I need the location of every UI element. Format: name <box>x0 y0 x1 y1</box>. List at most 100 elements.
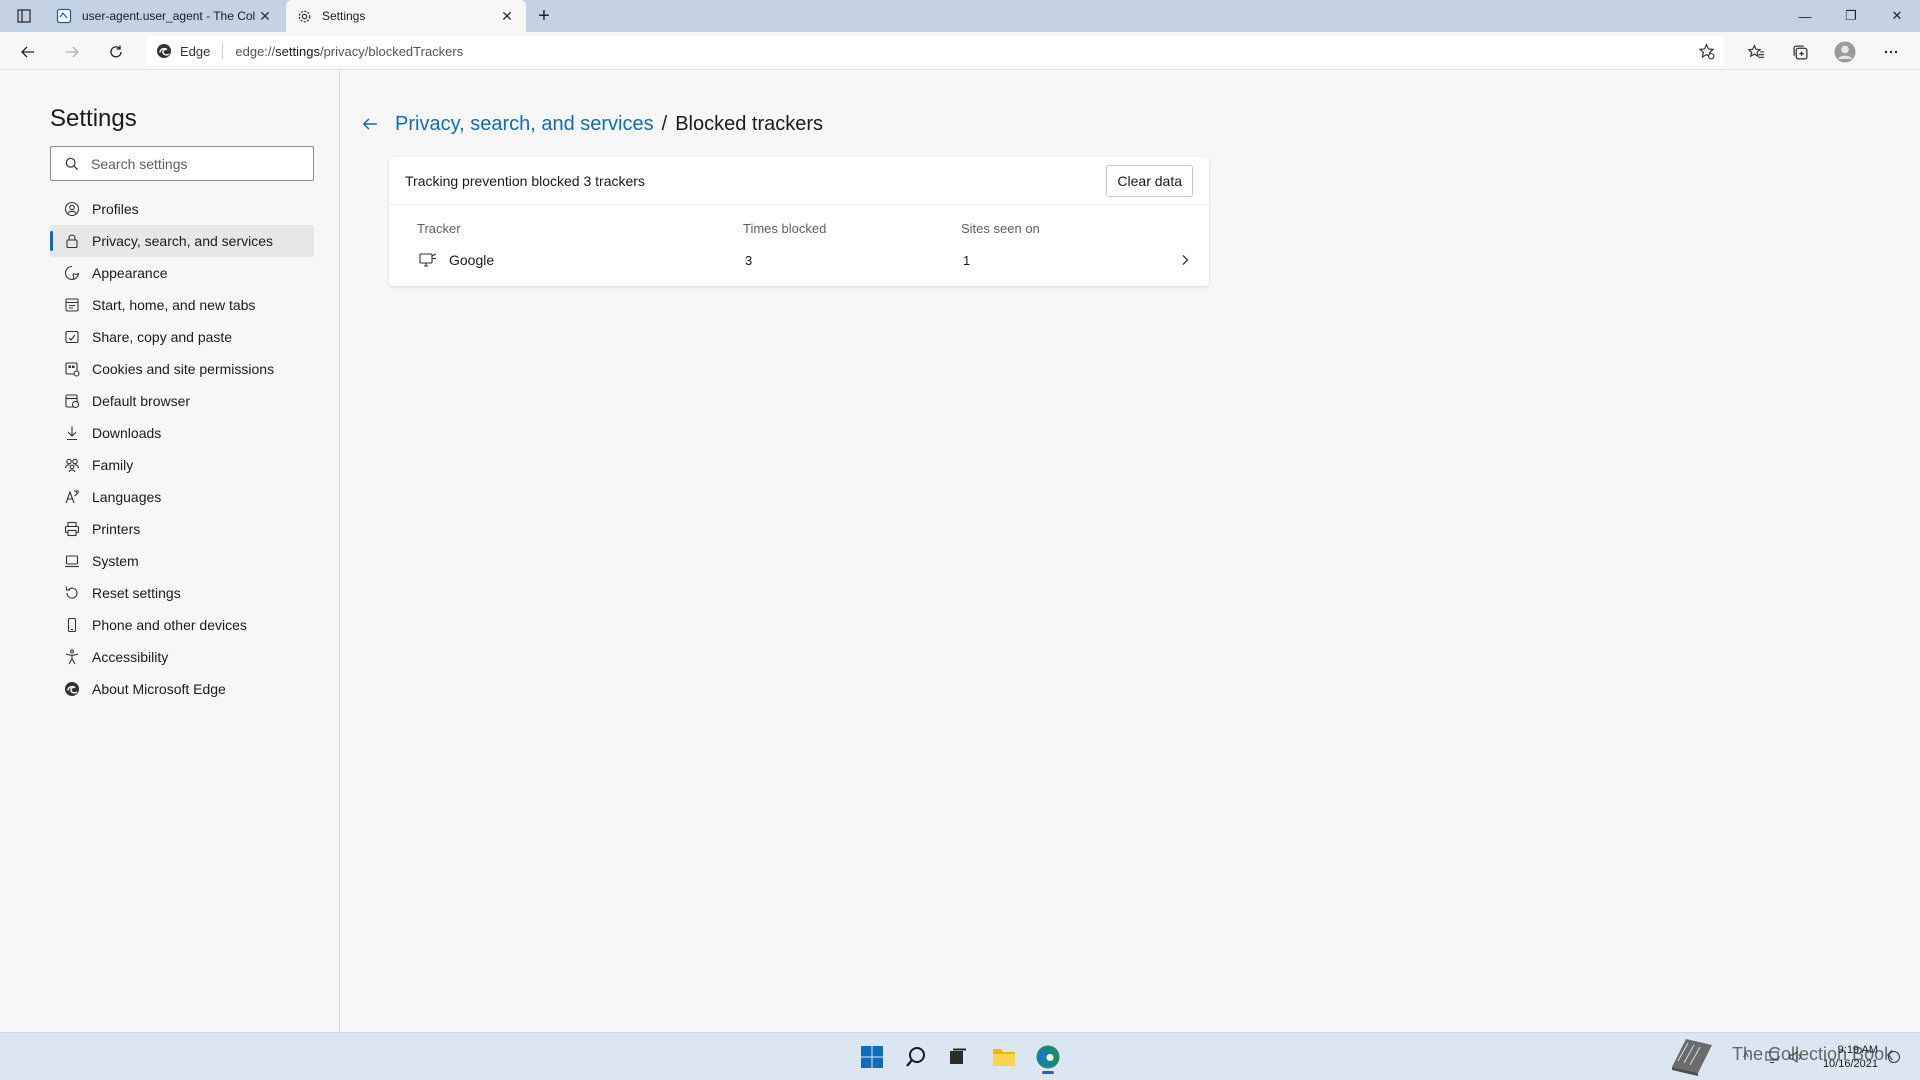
card-title: Tracking prevention blocked 3 trackers <box>405 172 645 189</box>
volume-icon[interactable] <box>1788 1049 1804 1065</box>
sidebar-item-appearance[interactable]: Appearance <box>50 257 314 289</box>
settings-more-button[interactable] <box>1876 37 1906 67</box>
tab-user-agent[interactable]: user-agent.user_agent - The Coll ✕ <box>46 0 284 32</box>
file-explorer-button[interactable] <box>986 1039 1022 1075</box>
tab-actions-icon <box>17 9 31 23</box>
add-favorite-icon[interactable] <box>1696 41 1716 61</box>
sidebar-item-label: Default browser <box>92 393 191 409</box>
column-header-sites-seen-on: Sites seen on <box>961 221 1040 236</box>
breadcrumb: Privacy, search, and services / Blocked … <box>357 111 823 137</box>
phone-icon <box>64 617 80 633</box>
url-host: settings <box>275 43 320 59</box>
folder-icon <box>993 1049 1015 1066</box>
back-arrow-icon[interactable] <box>357 111 383 137</box>
close-tab-icon[interactable]: ✕ <box>498 7 516 25</box>
appearance-icon <box>64 265 80 281</box>
edge-taskbar-button[interactable] <box>1030 1039 1066 1075</box>
sidebar-item-start-home-tabs[interactable]: Start, home, and new tabs <box>50 289 314 321</box>
back-button[interactable] <box>14 38 42 66</box>
search-box[interactable] <box>50 146 314 181</box>
address-bar[interactable]: Edge edge://settings/privacy/blockedTrac… <box>146 36 1724 66</box>
clear-data-button[interactable]: Clear data <box>1106 165 1193 197</box>
url-text: edge://settings/privacy/blockedTrackers <box>235 44 463 59</box>
printer-icon <box>64 521 80 537</box>
sidebar-item-printers[interactable]: Printers <box>50 513 314 545</box>
sidebar-item-share-copy-paste[interactable]: Share, copy and paste <box>50 321 314 353</box>
breadcrumb-parent-link[interactable]: Privacy, search, and services <box>395 113 654 136</box>
settings-nav: Profiles Privacy, search, and services A… <box>50 193 314 705</box>
tab-actions-button[interactable] <box>10 6 38 26</box>
network-icon[interactable] <box>1764 1049 1780 1065</box>
download-icon <box>64 425 80 441</box>
show-hidden-icons[interactable]: ^ <box>1738 1049 1754 1065</box>
sidebar-item-label: Accessibility <box>92 649 169 665</box>
sidebar-item-cookies[interactable]: Cookies and site permissions <box>50 353 314 385</box>
watermark-book-icon <box>1672 1039 1712 1076</box>
sidebar-item-languages[interactable]: Languages <box>50 481 314 513</box>
sidebar-item-privacy[interactable]: Privacy, search, and services <box>50 225 314 257</box>
sidebar-item-profiles[interactable]: Profiles <box>50 193 314 225</box>
title-bar: user-agent.user_agent - The Coll ✕ Setti… <box>0 0 1920 32</box>
url-scheme: edge:// <box>235 43 276 59</box>
close-tab-icon[interactable]: ✕ <box>256 7 274 25</box>
search-taskbar-button[interactable] <box>898 1039 934 1075</box>
start-button[interactable] <box>854 1039 890 1075</box>
avatar-icon <box>1834 41 1856 63</box>
sidebar-item-label: Share, copy and paste <box>92 329 233 345</box>
tracker-name: Google <box>449 252 495 268</box>
profile-icon <box>64 201 80 217</box>
chevron-right-icon[interactable] <box>1177 252 1193 268</box>
home-tabs-icon <box>64 297 80 313</box>
forward-arrow-icon <box>66 46 79 58</box>
sidebar-item-default-browser[interactable]: Default browser <box>50 385 314 417</box>
task-view-button[interactable] <box>940 1039 976 1075</box>
minimize-button[interactable]: — <box>1782 0 1828 32</box>
table-row[interactable]: Google 3 1 <box>389 241 1209 281</box>
site-badge-label: Edge <box>180 43 211 59</box>
sidebar-item-reset[interactable]: Reset settings <box>50 577 314 609</box>
sidebar-item-label: Downloads <box>92 425 162 441</box>
settings-title: Settings <box>50 105 137 132</box>
settings-sidebar: Settings Profiles Privacy, search, and s… <box>0 71 340 1032</box>
search-icon <box>906 1047 925 1067</box>
collections-button[interactable] <box>1785 37 1815 67</box>
sidebar-item-label: Privacy, search, and services <box>92 233 274 249</box>
breadcrumb-separator: / <box>661 112 668 135</box>
notifications-icon[interactable] <box>1886 1049 1902 1065</box>
site-identity-badge[interactable]: Edge <box>156 43 210 59</box>
refresh-icon <box>110 45 122 58</box>
sidebar-item-accessibility[interactable]: Accessibility <box>50 641 314 673</box>
clock-date: 10/16/2021 <box>1822 1058 1878 1070</box>
close-window-button[interactable]: ✕ <box>1874 0 1920 32</box>
sidebar-item-family[interactable]: Family <box>50 449 314 481</box>
page-title: Blocked trackers <box>675 112 824 135</box>
collections-icon <box>1792 44 1808 60</box>
favorites-button[interactable] <box>1741 37 1771 67</box>
blocked-trackers-card: Tracking prevention blocked 3 trackers C… <box>389 157 1209 286</box>
languages-icon <box>64 489 80 505</box>
back-arrow-icon <box>21 46 34 58</box>
tab-settings[interactable]: Settings ✕ <box>286 0 526 32</box>
column-header-times-blocked: Times blocked <box>743 221 827 236</box>
profile-button[interactable] <box>1830 37 1860 67</box>
lock-icon <box>64 233 80 249</box>
windows-logo-icon <box>861 1046 883 1068</box>
browser-toolbar: Edge edge://settings/privacy/blockedTrac… <box>0 32 1920 70</box>
restore-button[interactable]: ❐ <box>1828 0 1874 32</box>
sidebar-item-label: System <box>92 553 139 569</box>
sidebar-item-label: Printers <box>92 521 141 537</box>
sidebar-item-system[interactable]: System <box>50 545 314 577</box>
sidebar-item-about-edge[interactable]: About Microsoft Edge <box>50 673 314 705</box>
search-input[interactable] <box>91 155 291 172</box>
sidebar-item-phone-devices[interactable]: Phone and other devices <box>50 609 314 641</box>
tab-title: user-agent.user_agent - The Coll <box>82 9 256 23</box>
sidebar-item-label: Appearance <box>92 265 168 281</box>
sidebar-item-downloads[interactable]: Downloads <box>50 417 314 449</box>
sidebar-item-label: Phone and other devices <box>92 617 247 633</box>
more-dots-icon <box>1884 50 1898 54</box>
forward-button[interactable] <box>58 38 86 66</box>
new-tab-button[interactable]: + <box>532 4 556 28</box>
refresh-button[interactable] <box>102 38 130 66</box>
taskbar-clock[interactable]: 9:19 AM 10/16/2021 <box>1816 1043 1878 1071</box>
tracker-cell: Google <box>419 251 494 269</box>
